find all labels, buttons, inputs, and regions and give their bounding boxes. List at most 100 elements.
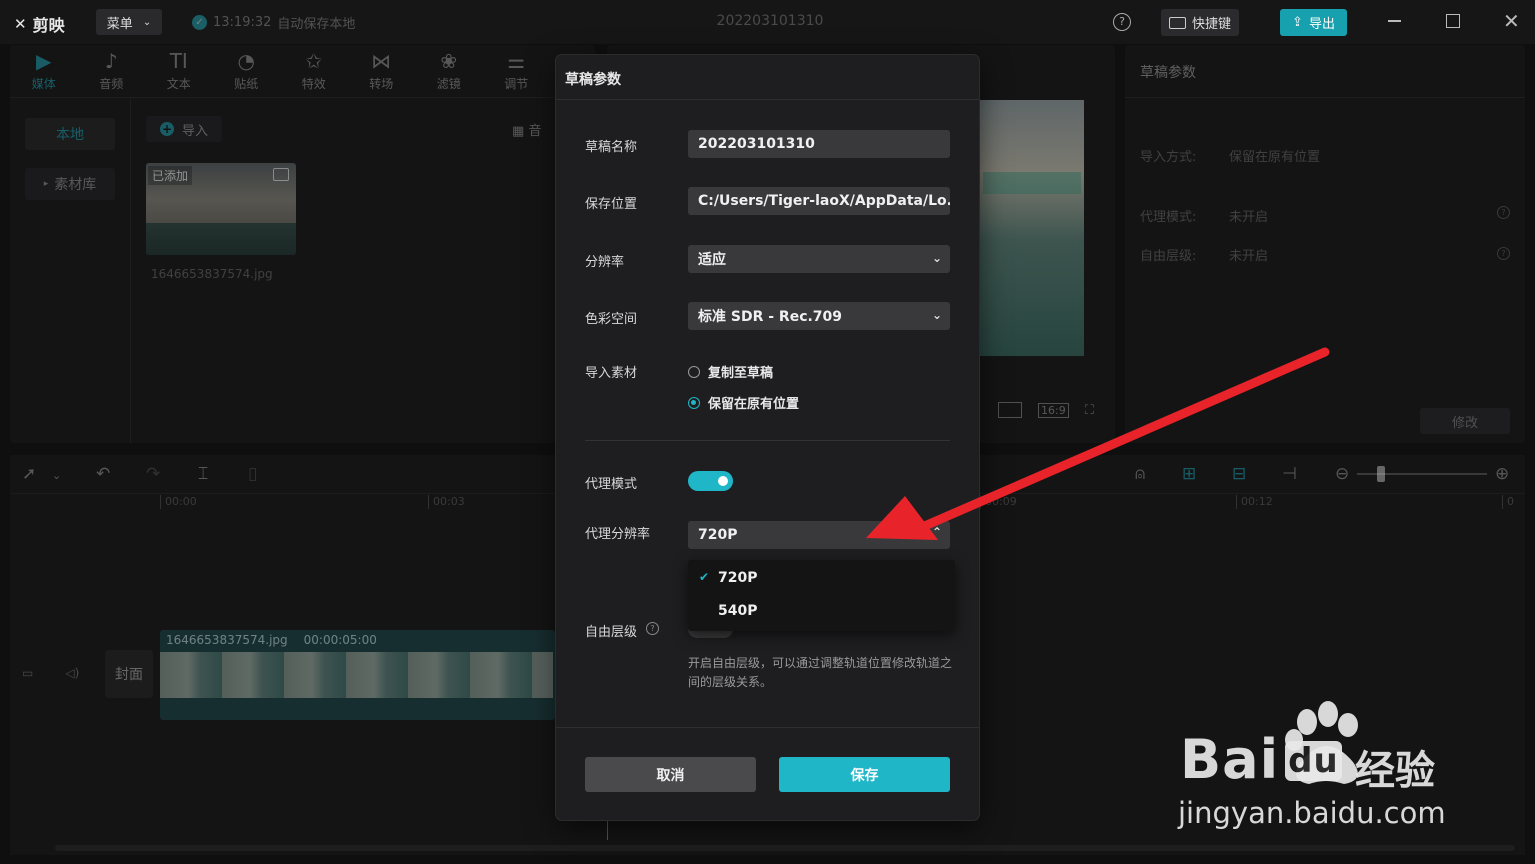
export-label: 导出 xyxy=(1308,17,1335,32)
color-space-select[interactable]: 标准 SDR - Rec.709 ⌄ xyxy=(688,302,950,330)
sticker-icon: ◔ xyxy=(237,49,255,73)
autosave-status: ✓ 13:19:32 自动保存本地 xyxy=(192,13,355,32)
sidebar-item-library[interactable]: ▸ 素材库 xyxy=(25,168,115,200)
undo-icon[interactable]: ↶ xyxy=(96,464,110,484)
tab-label: 调节 xyxy=(504,77,529,91)
aspect-ratio-button[interactable]: 16:9 xyxy=(1038,402,1069,418)
import-button[interactable]: + 导入 xyxy=(146,116,222,142)
tab-label: 文本 xyxy=(166,77,191,91)
adjust-icon: ⚌ xyxy=(507,49,526,73)
resolution-value: 适应 xyxy=(698,252,726,268)
media-icon: ▶ xyxy=(36,49,52,73)
draft-name-field[interactable]: 202203101310 xyxy=(688,130,950,158)
prop-value: 未开启 xyxy=(1229,249,1269,264)
split-icon[interactable]: ⌶ xyxy=(198,464,208,484)
color-space-label: 色彩空间 xyxy=(585,312,638,327)
export-button[interactable]: ⇪ 导出 xyxy=(1280,9,1347,36)
delete-icon[interactable]: ▯ xyxy=(248,464,257,484)
microphone-icon[interactable]: ⍝ xyxy=(1135,464,1145,484)
resolution-select[interactable]: 适应 ⌄ xyxy=(688,245,950,273)
radio-label: 保留在原有位置 xyxy=(708,397,800,412)
proxy-mode-toggle[interactable] xyxy=(688,471,733,491)
menu-button[interactable]: 菜单 ⌄ xyxy=(96,9,162,35)
free-layer-label: 自由层级 xyxy=(585,625,638,640)
check-circle-icon: ✓ xyxy=(192,15,207,30)
radio-keep-original[interactable]: 保留在原有位置 xyxy=(688,393,799,412)
text-icon: TI xyxy=(169,49,188,73)
track-controls: ▭ ◁) xyxy=(22,666,79,680)
tab-filter[interactable]: ❀ 滤镜 xyxy=(415,45,483,97)
waveform-icon[interactable] xyxy=(998,402,1022,418)
tab-audio[interactable]: ♪ 音频 xyxy=(78,45,146,97)
dropdown-option-720p[interactable]: 720P xyxy=(718,570,757,586)
preview-axis-icon[interactable]: ⊣ xyxy=(1282,464,1297,484)
watermark-du: du xyxy=(1285,741,1342,781)
chevron-down-icon: ⌄ xyxy=(931,251,942,265)
sidebar-item-local[interactable]: 本地 xyxy=(25,118,115,150)
radio-button[interactable] xyxy=(688,365,700,378)
maximize-icon[interactable] xyxy=(1446,14,1460,28)
dialog-divider xyxy=(556,99,979,100)
view-toggle[interactable]: ▦ 音 xyxy=(512,120,541,139)
help-circle-icon[interactable]: ? xyxy=(1497,247,1510,260)
redo-icon[interactable]: ↷ xyxy=(146,464,160,484)
chevron-down-icon: ⌄ xyxy=(931,308,942,322)
radio-copy-to-draft[interactable]: 复制至草稿 xyxy=(688,362,773,381)
tab-label: 滤镜 xyxy=(436,77,461,91)
track-video-icon[interactable]: ▭ xyxy=(22,666,33,680)
resolution-label: 分辨率 xyxy=(585,255,625,270)
help-circle-icon[interactable]: ? xyxy=(646,622,659,635)
tab-transition[interactable]: ⋈ 转场 xyxy=(348,45,416,97)
cancel-button[interactable]: 取消 xyxy=(585,757,756,792)
playhead[interactable] xyxy=(607,820,608,840)
speaker-icon[interactable]: ◁) xyxy=(65,666,79,680)
fullscreen-icon[interactable]: ⛶ xyxy=(1085,403,1094,418)
save-path-field[interactable]: C:/Users/Tiger-laoX/AppData/Lo... xyxy=(688,187,950,215)
magnet-main-track-icon[interactable]: ⊞ xyxy=(1182,464,1196,484)
modify-button[interactable]: 修改 xyxy=(1420,408,1510,434)
audio-icon: ♪ xyxy=(104,49,118,73)
media-panel xyxy=(10,45,595,443)
select-cursor-icon[interactable]: ➚ xyxy=(22,464,36,484)
clip-header: 1646653837574.jpg 00:00:05:00 xyxy=(160,630,555,650)
link-icon[interactable]: ⊟ xyxy=(1232,464,1246,484)
dialog-divider xyxy=(585,440,950,441)
chevron-down-icon[interactable]: ⌄ xyxy=(52,469,61,482)
preview-banner xyxy=(983,172,1081,194)
transition-icon: ⋈ xyxy=(371,49,392,73)
tab-text[interactable]: TI 文本 xyxy=(145,45,213,97)
tool-tabs: ▶ 媒体 ♪ 音频 TI 文本 ◔ 贴纸 ✩ 特效 ⋈ 转场 ❀ 滤镜 ⚌ 调节 xyxy=(10,45,595,97)
watermark-url: jingyan.baidu.com xyxy=(1178,796,1446,830)
zoom-in-icon[interactable]: ⊕ xyxy=(1495,464,1509,484)
save-button[interactable]: 保存 xyxy=(779,757,950,792)
zoom-slider-handle[interactable] xyxy=(1377,466,1385,482)
check-icon: ✔ xyxy=(699,570,710,584)
tab-media[interactable]: ▶ 媒体 xyxy=(10,45,78,97)
radio-label: 复制至草稿 xyxy=(708,366,774,381)
draft-settings-dialog xyxy=(556,55,979,820)
help-icon[interactable]: ? xyxy=(1113,13,1131,31)
zoom-out-icon[interactable]: ⊖ xyxy=(1335,464,1349,484)
help-circle-icon[interactable]: ? xyxy=(1497,206,1510,219)
tab-label: 转场 xyxy=(369,77,394,91)
properties-title: 草稿参数 xyxy=(1140,65,1196,81)
chevron-right-icon: ▸ xyxy=(43,179,49,189)
minimize-icon[interactable] xyxy=(1388,20,1401,22)
logo-text: 剪映 xyxy=(32,16,65,35)
proxy-resolution-select[interactable]: 720P ⌃ xyxy=(688,521,950,549)
tab-adjust[interactable]: ⚌ 调节 xyxy=(483,45,551,97)
tab-label: 媒体 xyxy=(31,77,56,91)
close-icon[interactable]: ✕ xyxy=(1503,9,1520,33)
tab-sticker[interactable]: ◔ 贴纸 xyxy=(213,45,281,97)
radio-button-selected[interactable] xyxy=(688,396,700,409)
thumbnail-filename: 1646653837574.jpg xyxy=(151,267,273,281)
upload-icon: ⇪ xyxy=(1292,15,1303,30)
cover-button[interactable]: 封面 xyxy=(105,650,153,698)
effects-icon: ✩ xyxy=(305,49,323,73)
prop-value: 保留在原有位置 xyxy=(1229,150,1321,165)
tab-effects[interactable]: ✩ 特效 xyxy=(280,45,348,97)
dropdown-option-540p[interactable]: 540P xyxy=(718,603,757,619)
watermark-jingyan: 经验 xyxy=(1355,748,1435,794)
proxy-resolution-value: 720P xyxy=(698,527,738,543)
shortcut-button[interactable]: 快捷键 xyxy=(1161,9,1239,36)
